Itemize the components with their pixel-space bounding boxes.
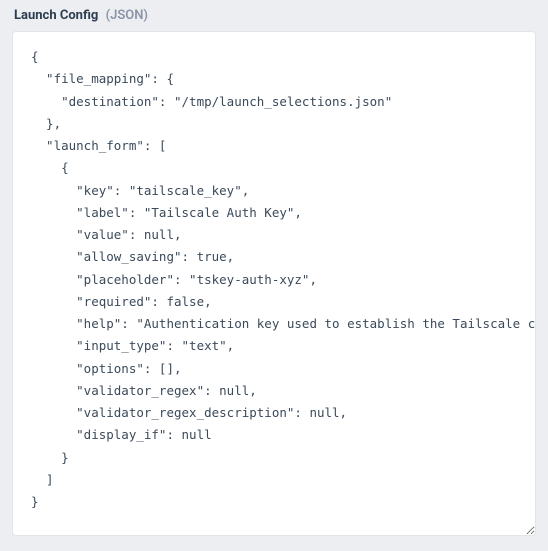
config-textarea[interactable]: { "file_mapping": { "destination": "/tmp… [12,31,536,536]
config-json-content: { "file_mapping": { "destination": "/tmp… [31,46,517,513]
section-subtitle: (JSON) [106,8,148,23]
section-header: Launch Config (JSON) [12,8,536,23]
section-title: Launch Config [14,8,98,23]
